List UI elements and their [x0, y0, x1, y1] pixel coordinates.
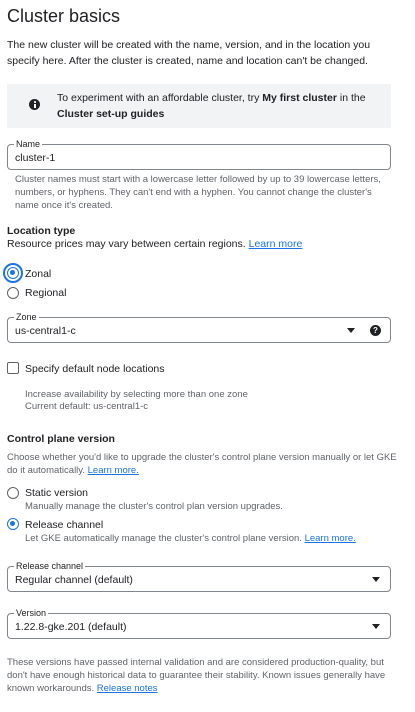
- control-plane-description-text: Choose whether you'd like to upgrade the…: [7, 452, 397, 476]
- info-text: To experiment with an affordable cluster…: [57, 90, 387, 122]
- default-node-locations-checkbox[interactable]: [7, 362, 19, 374]
- page-title: Cluster basics: [7, 6, 121, 26]
- control-plane-learn-more-link[interactable]: Learn more.: [88, 465, 139, 476]
- release-channel-select-label: Release channel: [14, 560, 86, 572]
- default-node-locations-label[interactable]: Specify default node locations: [25, 363, 165, 375]
- version-select-label: Version: [14, 607, 49, 619]
- static-version-radio[interactable]: [7, 487, 19, 499]
- dropdown-arrow-icon[interactable]: [372, 624, 380, 629]
- info-text-prefix: To experiment with an affordable cluster…: [57, 92, 263, 104]
- release-channel-description-text: Let GKE automatically manage the cluster…: [25, 533, 302, 544]
- name-field-hint: Cluster names must start with a lowercas…: [15, 174, 381, 211]
- info-text-middle: in the: [336, 92, 366, 104]
- control-plane-heading: Control plane version: [7, 433, 115, 445]
- location-type-description-text: Resource prices may vary between certain…: [7, 238, 246, 250]
- release-channel-select-value: Regular channel (default): [15, 574, 133, 586]
- location-type-description: Resource prices may vary between certain…: [7, 237, 302, 252]
- dropdown-arrow-icon[interactable]: [347, 328, 355, 333]
- release-channel-learn-more-link[interactable]: Learn more.: [305, 533, 356, 544]
- location-learn-more-link[interactable]: Learn more: [249, 238, 303, 250]
- version-footer-text: These versions have passed internal vali…: [7, 657, 386, 694]
- release-channel-select[interactable]: Release channel Regular channel (default…: [7, 560, 391, 592]
- regional-radio[interactable]: [7, 287, 19, 299]
- page-intro: The new cluster will be created with the…: [7, 39, 371, 67]
- release-channel-radio[interactable]: [7, 518, 19, 530]
- version-select-value: 1.22.8-gke.201 (default): [15, 621, 127, 633]
- static-version-description: Manually manage the cluster's control pl…: [25, 501, 283, 512]
- name-field[interactable]: Name cluster-1: [7, 138, 391, 170]
- help-icon[interactable]: ?: [370, 325, 381, 336]
- release-notes-link[interactable]: Release notes: [97, 683, 158, 694]
- zonal-radio[interactable]: [7, 267, 19, 279]
- zone-select-label: Zone: [14, 311, 39, 323]
- release-channel-description: Let GKE automatically manage the cluster…: [25, 532, 356, 545]
- regional-label[interactable]: Regional: [25, 287, 66, 299]
- version-footer-note: These versions have passed internal vali…: [7, 656, 397, 695]
- my-first-cluster-text: My first cluster: [262, 92, 337, 104]
- name-field-label: Name: [14, 138, 43, 150]
- cluster-setup-guides-text: Cluster set-up guides: [57, 108, 165, 120]
- info-banner: To experiment with an affordable cluster…: [7, 84, 391, 128]
- current-default-zone: Current default: us-central1-c: [25, 401, 149, 412]
- control-plane-description: Choose whether you'd like to upgrade the…: [7, 451, 397, 477]
- zone-select-value: us-central1-c: [15, 325, 76, 337]
- info-icon: [29, 99, 40, 110]
- location-type-heading: Location type: [7, 225, 76, 237]
- version-select[interactable]: Version 1.22.8-gke.201 (default): [7, 607, 391, 639]
- name-field-value[interactable]: cluster-1: [15, 151, 55, 165]
- dropdown-arrow-icon[interactable]: [372, 577, 380, 582]
- zone-select[interactable]: Zone us-central1-c ?: [7, 311, 391, 343]
- release-channel-label[interactable]: Release channel: [25, 519, 103, 531]
- static-version-label[interactable]: Static version: [25, 487, 88, 499]
- zonal-label[interactable]: Zonal: [25, 268, 51, 280]
